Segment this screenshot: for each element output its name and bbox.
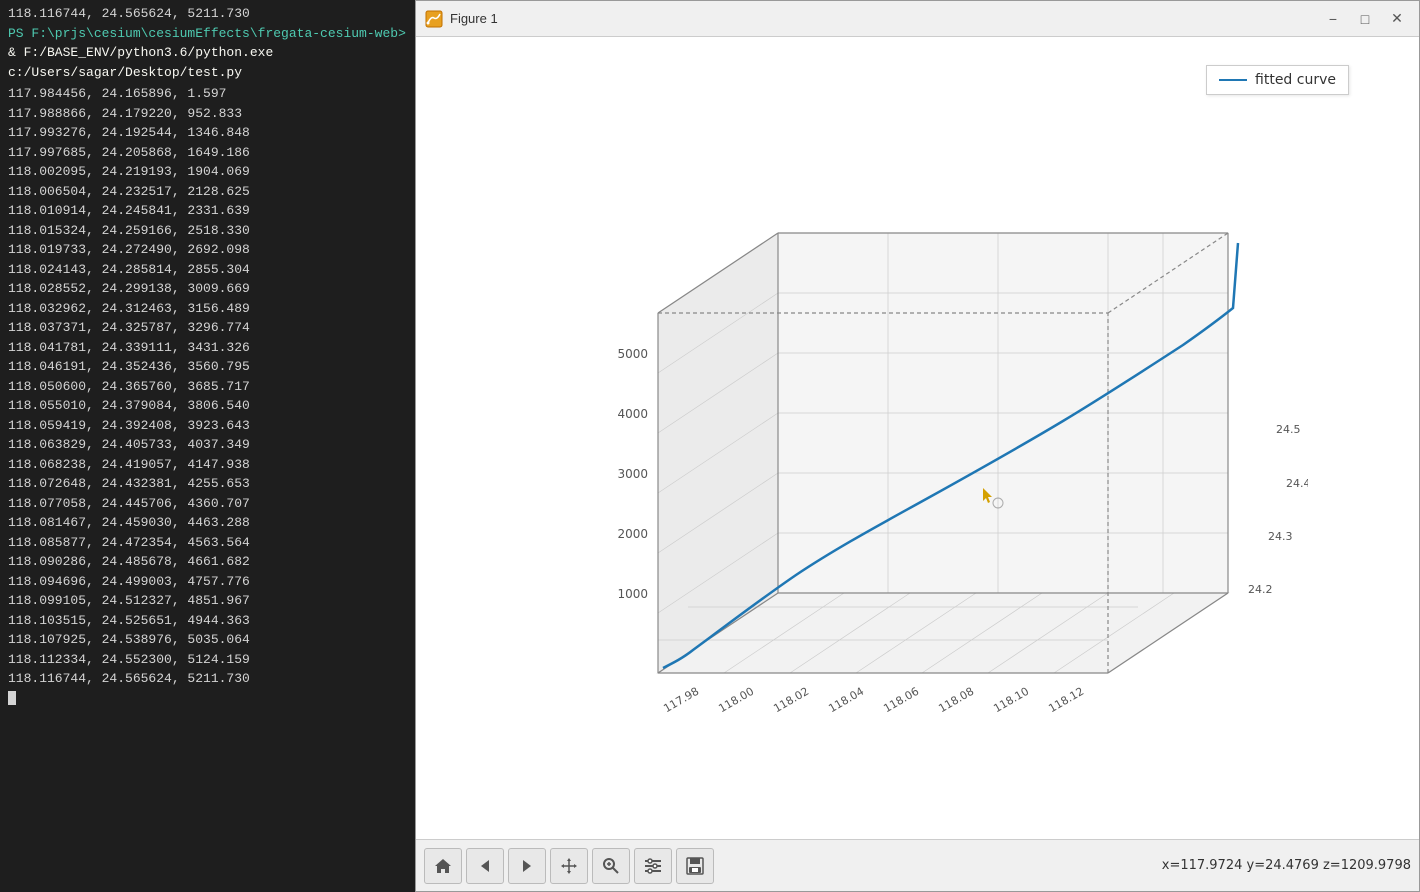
z-label-1000: 1000 (617, 587, 648, 601)
close-button[interactable]: ✕ (1383, 7, 1411, 31)
terminal-line-30: 118.112334, 24.552300, 5124.159 (8, 650, 407, 670)
terminal-line-10: 118.024143, 24.285814, 2855.304 (8, 260, 407, 280)
terminal-line-8: 118.015324, 24.259166, 2518.330 (8, 221, 407, 241)
window-controls: − □ ✕ (1319, 7, 1411, 31)
terminal-line-0: 118.116744, 24.565624, 5211.730 (8, 4, 407, 24)
title-bar: Figure 1 − □ ✕ (416, 1, 1419, 37)
terminal-line-15: 118.046191, 24.352436, 3560.795 (8, 357, 407, 377)
legend-label: fitted curve (1255, 72, 1336, 88)
terminal-line-31: 118.116744, 24.565624, 5211.730 (8, 669, 407, 689)
terminal-line-25: 118.090286, 24.485678, 4661.682 (8, 552, 407, 572)
terminal-line-27: 118.099105, 24.512327, 4851.967 (8, 591, 407, 611)
terminal-line-29: 118.107925, 24.538976, 5035.064 (8, 630, 407, 650)
terminal-line-24: 118.085877, 24.472354, 4563.564 (8, 533, 407, 553)
terminal-line-3: 117.993276, 24.192544, 1346.848 (8, 123, 407, 143)
zoom-button[interactable] (592, 848, 630, 884)
terminal-line-4: 117.997685, 24.205868, 1649.186 (8, 143, 407, 163)
maximize-button[interactable]: □ (1351, 7, 1379, 31)
terminal-line-13: 118.037371, 24.325787, 3296.774 (8, 318, 407, 338)
home-button[interactable] (424, 848, 462, 884)
terminal-line-19: 118.063829, 24.405733, 4037.349 (8, 435, 407, 455)
terminal-line-21: 118.072648, 24.432381, 4255.653 (8, 474, 407, 494)
figure-title: Figure 1 (450, 11, 1319, 26)
z-label-4000: 4000 (617, 407, 648, 421)
configure-button[interactable] (634, 848, 672, 884)
forward-button[interactable] (508, 848, 546, 884)
terminal-line-18: 118.059419, 24.392408, 3923.643 (8, 416, 407, 436)
terminal-line-28: 118.103515, 24.525651, 4944.363 (8, 611, 407, 631)
y-label-242: 24.2 (1248, 583, 1273, 596)
terminal-path: PS F:\prjs\cesium\cesiumEffects\fregata-… (8, 26, 406, 41)
z-label-3000: 3000 (617, 467, 648, 481)
terminal-panel: 118.116744, 24.565624, 5211.730 PS F:\pr… (0, 0, 415, 892)
figure-icon (424, 9, 444, 29)
terminal-line-17: 118.055010, 24.379084, 3806.540 (8, 396, 407, 416)
terminal-line-1: 117.984456, 24.165896, 1.597 (8, 84, 407, 104)
pan-button[interactable] (550, 848, 588, 884)
y-label-245: 24.5 (1276, 423, 1301, 436)
terminal-line-7: 118.010914, 24.245841, 2331.639 (8, 201, 407, 221)
plot-area: fitted curve (416, 37, 1419, 839)
terminal-command: PS F:\prjs\cesium\cesiumEffects\fregata-… (8, 24, 407, 83)
terminal-line-5: 118.002095, 24.219193, 1904.069 (8, 162, 407, 182)
terminal-line-23: 118.081467, 24.459030, 4463.288 (8, 513, 407, 533)
back-button[interactable] (466, 848, 504, 884)
terminal-line-9: 118.019733, 24.272490, 2692.098 (8, 240, 407, 260)
3d-plot: 1000 2000 3000 4000 5000 117.98 118.00 1… (528, 113, 1308, 763)
terminal-line-12: 118.032962, 24.312463, 3156.489 (8, 299, 407, 319)
terminal-cmd-text: & F:/BASE_ENV/python3.6/python.exe c:/Us… (8, 45, 273, 80)
z-label-2000: 2000 (617, 527, 648, 541)
figure-window: Figure 1 − □ ✕ fitted curve (415, 0, 1420, 892)
legend-line-indicator (1219, 79, 1247, 81)
save-button[interactable] (676, 848, 714, 884)
y-label-243: 24.3 (1268, 530, 1293, 543)
toolbar: x=117.9724 y=24.4769 z=1209.9798 (416, 839, 1419, 891)
terminal-line-22: 118.077058, 24.445706, 4360.707 (8, 494, 407, 514)
terminal-cursor (8, 691, 16, 705)
terminal-line-14: 118.041781, 24.339111, 3431.326 (8, 338, 407, 358)
legend: fitted curve (1206, 65, 1349, 95)
z-label-5000: 5000 (617, 347, 648, 361)
terminal-line-6: 118.006504, 24.232517, 2128.625 (8, 182, 407, 202)
terminal-line-2: 117.988866, 24.179220, 952.833 (8, 104, 407, 124)
terminal-line-16: 118.050600, 24.365760, 3685.717 (8, 377, 407, 397)
terminal-line-26: 118.094696, 24.499003, 4757.776 (8, 572, 407, 592)
terminal-line-11: 118.028552, 24.299138, 3009.669 (8, 279, 407, 299)
minimize-button[interactable]: − (1319, 7, 1347, 31)
y-label-244: 24.4 (1286, 477, 1308, 490)
terminal-line-20: 118.068238, 24.419057, 4147.938 (8, 455, 407, 475)
coordinates-display: x=117.9724 y=24.4769 z=1209.9798 (1162, 858, 1411, 873)
